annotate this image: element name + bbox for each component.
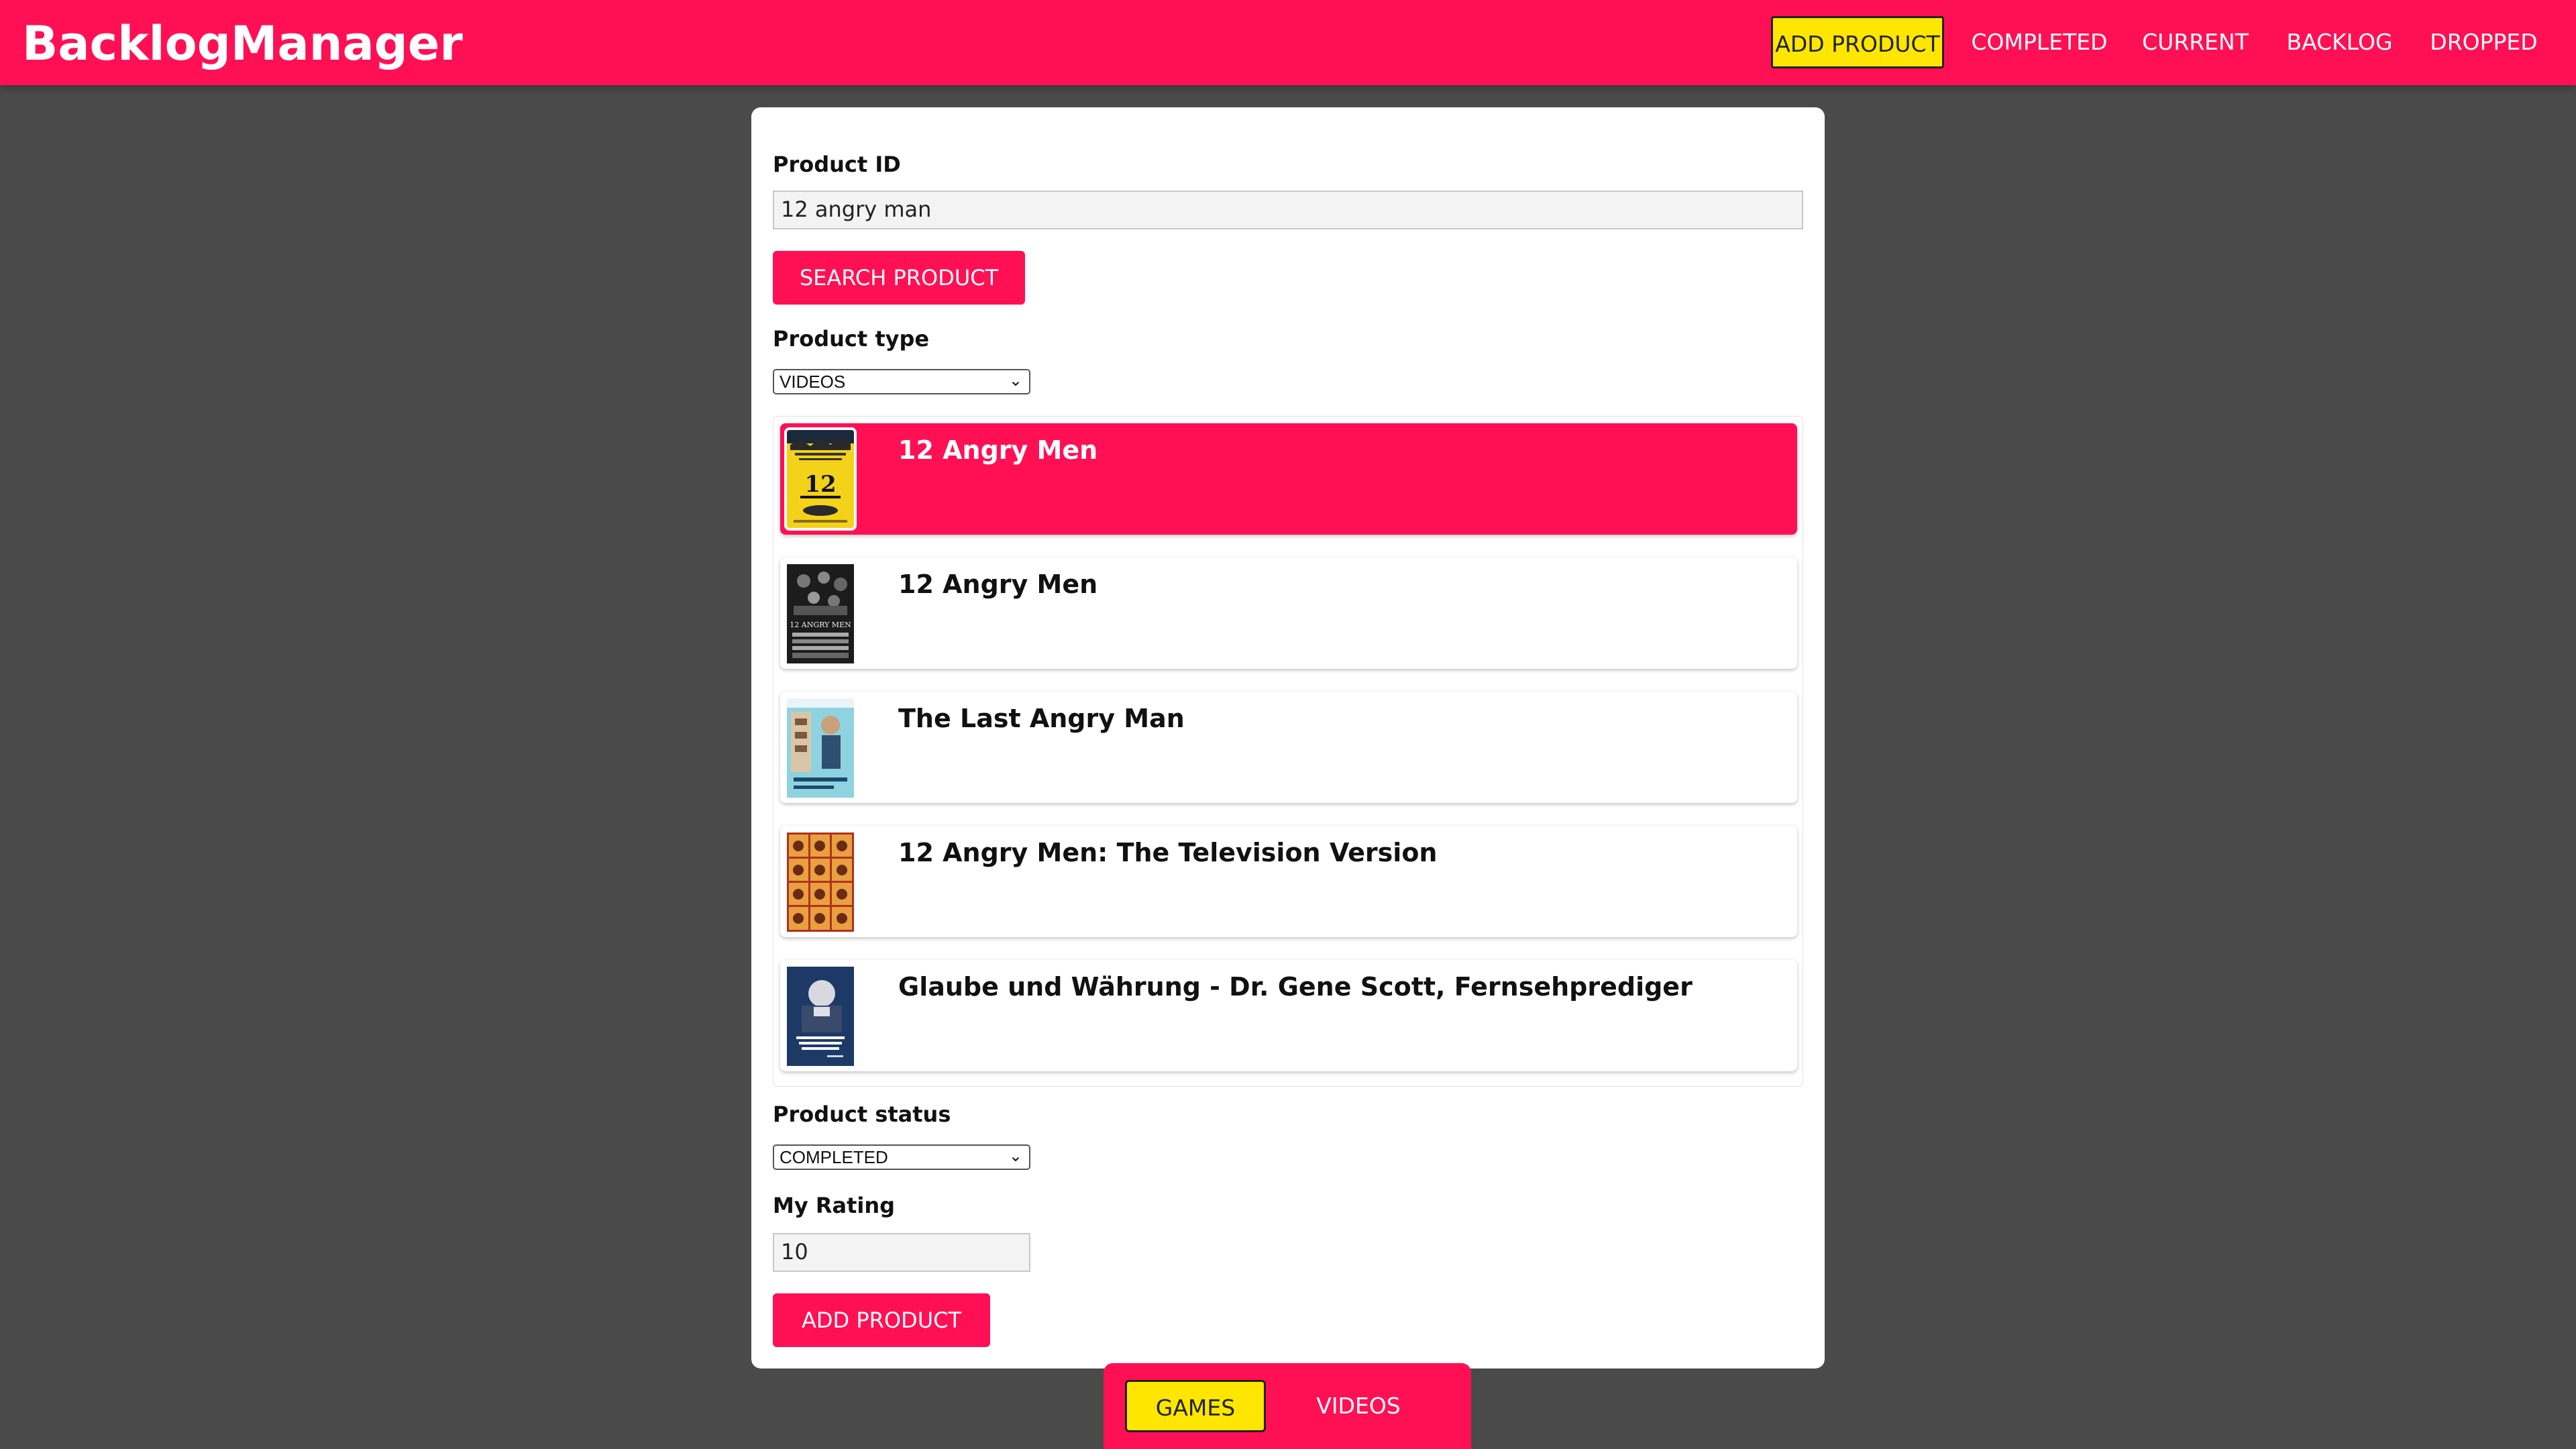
poster-thumbnail (787, 967, 854, 1066)
my-rating-input[interactable]: 10 (773, 1233, 1030, 1272)
result-title: The Last Angry Man (898, 704, 1185, 733)
poster-image: 12 ANGRY MEN (787, 564, 854, 663)
my-rating-label: My Rating (773, 1193, 896, 1218)
product-type-value: VIDEOS (780, 372, 846, 392)
svg-text:12 ANGRY MEN: 12 ANGRY MEN (790, 621, 851, 629)
search-product-button[interactable]: SEARCH PRODUCT (773, 251, 1025, 305)
result-item[interactable]: 12 12 Angry Men (780, 423, 1797, 535)
media-type-switcher: GAMES VIDEOS (1104, 1363, 1471, 1449)
product-id-label: Product ID (773, 152, 901, 177)
chevron-down-icon: ⌄ (1008, 372, 1022, 390)
poster-image (787, 833, 854, 932)
app-brand[interactable]: BacklogManager (22, 15, 463, 72)
nav-current[interactable]: CURRENT (2133, 16, 2257, 68)
poster-image (787, 967, 854, 1066)
product-type-label: Product type (773, 326, 930, 352)
nav-backlog[interactable]: BACKLOG (2277, 16, 2402, 68)
product-type-select[interactable]: VIDEOS ⌄ (773, 369, 1030, 394)
product-id-input[interactable]: 12 angry man (773, 191, 1803, 229)
result-title: 12 Angry Men: The Television Version (898, 838, 1438, 867)
games-tab[interactable]: GAMES (1125, 1380, 1266, 1432)
poster-thumbnail (787, 833, 854, 932)
top-navbar: BacklogManager ADD PRODUCT COMPLETED CUR… (0, 0, 2576, 85)
product-status-value: COMPLETED (780, 1147, 888, 1167)
result-title: 12 Angry Men (898, 570, 1098, 599)
nav-dropped[interactable]: DROPPED (2422, 16, 2546, 68)
poster-thumbnail (787, 698, 854, 798)
result-title: 12 Angry Men (898, 435, 1098, 465)
poster-image (787, 698, 854, 798)
nav-completed[interactable]: COMPLETED (1966, 16, 2113, 68)
poster-thumbnail: 12 ANGRY MEN (787, 564, 854, 663)
chevron-down-icon: ⌄ (1008, 1147, 1022, 1165)
add-product-card: Product ID 12 angry man SEARCH PRODUCT P… (751, 107, 1825, 1368)
result-item[interactable]: The Last Angry Man (780, 692, 1797, 803)
videos-tab[interactable]: VIDEOS (1298, 1380, 1419, 1432)
result-title: Glaube und Währung - Dr. Gene Scott, Fer… (898, 972, 1693, 1002)
add-product-button[interactable]: ADD PRODUCT (773, 1293, 990, 1347)
product-status-label: Product status (773, 1102, 951, 1127)
search-results-list: 12 12 Angry Men 12 ANGRY MEN 12 Angry Me… (773, 416, 1803, 1087)
nav-add-product[interactable]: ADD PRODUCT (1771, 16, 1944, 68)
result-item[interactable]: 12 Angry Men: The Television Version (780, 826, 1797, 937)
poster-thumbnail: 12 (784, 427, 857, 531)
result-item[interactable]: 12 ANGRY MEN 12 Angry Men (780, 557, 1797, 669)
svg-text:12: 12 (804, 471, 836, 498)
product-status-select[interactable]: COMPLETED ⌄ (773, 1144, 1030, 1170)
poster-image: 12 (787, 430, 854, 528)
result-item[interactable]: Glaube und Währung - Dr. Gene Scott, Fer… (780, 960, 1797, 1071)
